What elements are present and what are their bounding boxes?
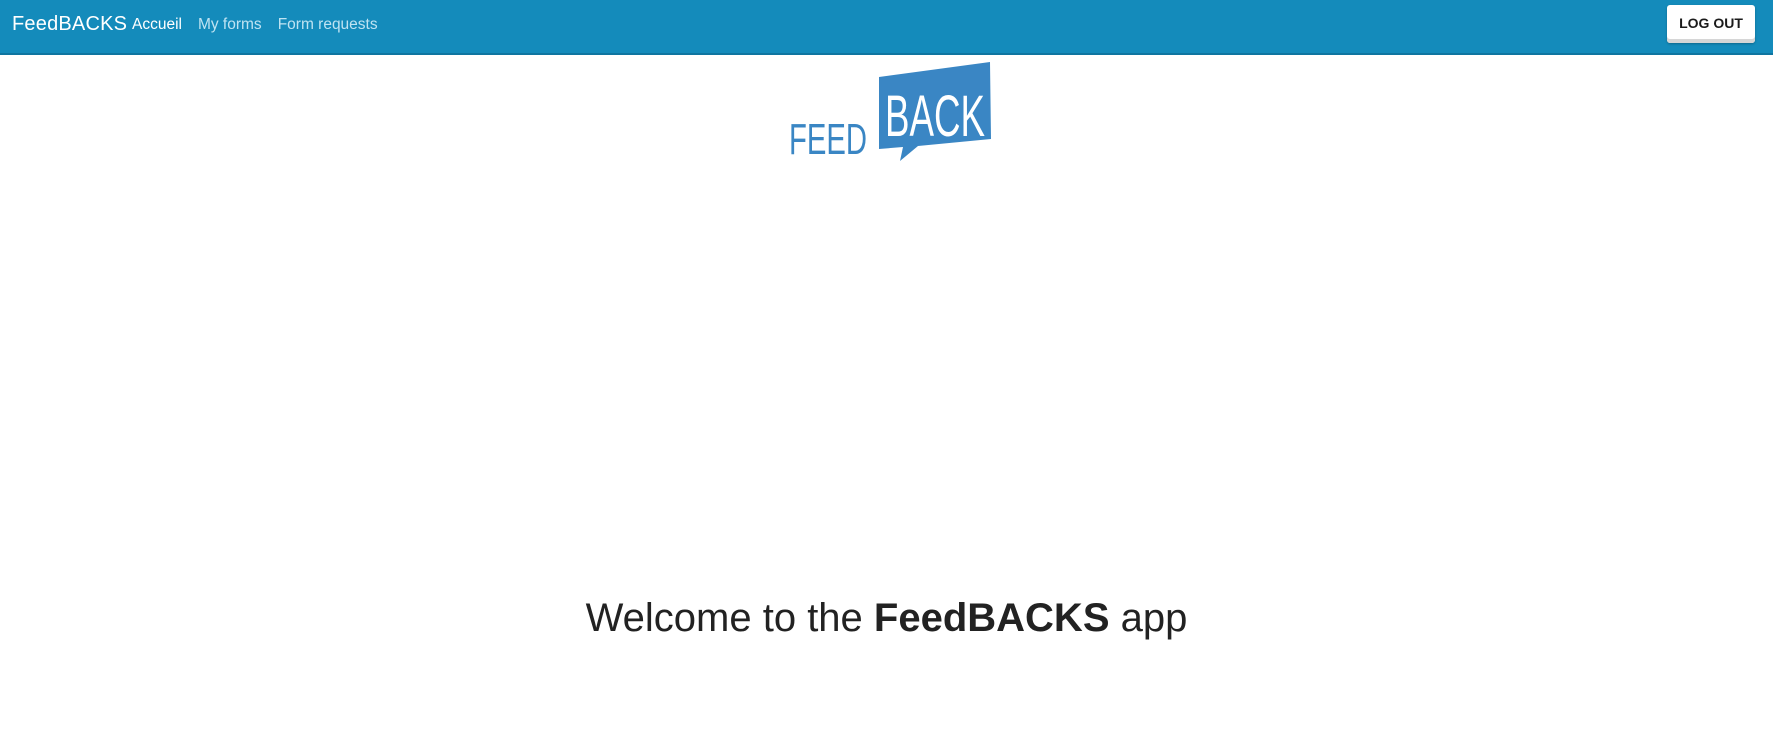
top-navbar: FeedBACKS Accueil My forms Form requests…: [0, 0, 1773, 55]
nav-link-accueil[interactable]: Accueil: [132, 16, 182, 34]
welcome-app-name: FeedBACKS: [873, 596, 1110, 640]
feedback-logo: FEED BACK: [789, 62, 991, 162]
brand-link[interactable]: FeedBACKS: [12, 13, 127, 36]
nav-link-form-requests[interactable]: Form requests: [278, 16, 378, 34]
logo-back-text: BACK: [885, 84, 985, 149]
welcome-heading: Welcome to the FeedBACKS app: [0, 596, 1773, 641]
nav-link-my-forms[interactable]: My forms: [198, 16, 262, 34]
welcome-suffix: app: [1109, 596, 1188, 640]
welcome-prefix: Welcome to the: [585, 596, 874, 640]
logo-feed-text: FEED: [789, 115, 867, 162]
nav-links: Accueil My forms Form requests: [132, 16, 378, 34]
logout-button[interactable]: LOG OUT: [1667, 5, 1755, 43]
